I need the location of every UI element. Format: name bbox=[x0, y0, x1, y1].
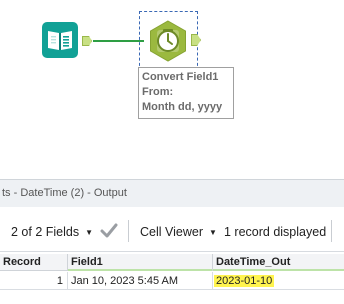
output-anchor-datetime-tool[interactable] bbox=[191, 34, 201, 46]
annotation-line-1: Convert Field1 bbox=[142, 71, 219, 83]
fields-dropdown-label: 2 of 2 Fields bbox=[11, 225, 80, 239]
chevron-down-icon: ▼ bbox=[209, 228, 217, 237]
book-icon bbox=[48, 31, 72, 50]
column-type-indicator bbox=[213, 269, 344, 271]
apply-check-button[interactable] bbox=[100, 221, 118, 243]
highlighted-value: 2023-01-10 bbox=[214, 275, 275, 287]
input-data-tool[interactable] bbox=[42, 22, 78, 58]
annotation-line-3: Month dd, yyyy bbox=[142, 101, 223, 113]
toolbar-divider bbox=[128, 220, 129, 242]
table-cell-datetime-out[interactable]: 2023-01-10 bbox=[213, 272, 344, 290]
cell-viewer-label: Cell Viewer bbox=[140, 225, 203, 239]
column-header-field1[interactable]: Field1 bbox=[68, 254, 213, 271]
column-type-indicator bbox=[68, 269, 212, 271]
results-title: ts - DateTime (2) - Output bbox=[2, 187, 127, 199]
output-anchor-input-tool[interactable] bbox=[82, 36, 92, 46]
checkmark-icon bbox=[100, 223, 118, 238]
chevron-down-icon: ▼ bbox=[85, 228, 94, 237]
results-toolbar: 2 of 2 Fields ▼ Cell Viewer ▼ 1 record dis… bbox=[0, 207, 344, 252]
annotation-line-2: From: bbox=[142, 86, 174, 98]
column-header-record[interactable]: Record bbox=[0, 254, 68, 271]
cell-viewer-dropdown[interactable]: Cell Viewer ▼ bbox=[140, 224, 217, 242]
records-displayed-text: 1 record displayed bbox=[224, 224, 326, 240]
column-header-datetime-out[interactable]: DateTime_Out bbox=[213, 254, 344, 271]
tool-annotation: Convert Field1 From: Month dd, yyyy bbox=[138, 67, 234, 119]
results-title-bar: ts - DateTime (2) - Output bbox=[0, 179, 344, 207]
clock-icon bbox=[150, 20, 186, 62]
results-grid: Record Field1 DateTime_Out 1 Jan 10, 202… bbox=[0, 254, 344, 304]
fields-dropdown[interactable]: 2 of 2 Fields ▼ bbox=[11, 224, 93, 242]
toolbar-divider bbox=[331, 220, 332, 242]
datetime-tool[interactable] bbox=[147, 20, 189, 62]
records-displayed-label: 1 record displayed bbox=[224, 225, 327, 239]
workflow-canvas[interactable]: Convert Field1 From: Month dd, yyyy bbox=[0, 0, 344, 178]
table-cell-field1[interactable]: Jan 10, 2023 5:45 AM bbox=[68, 272, 213, 290]
tool-connection[interactable] bbox=[93, 40, 144, 42]
table-cell-record[interactable]: 1 bbox=[0, 272, 68, 290]
